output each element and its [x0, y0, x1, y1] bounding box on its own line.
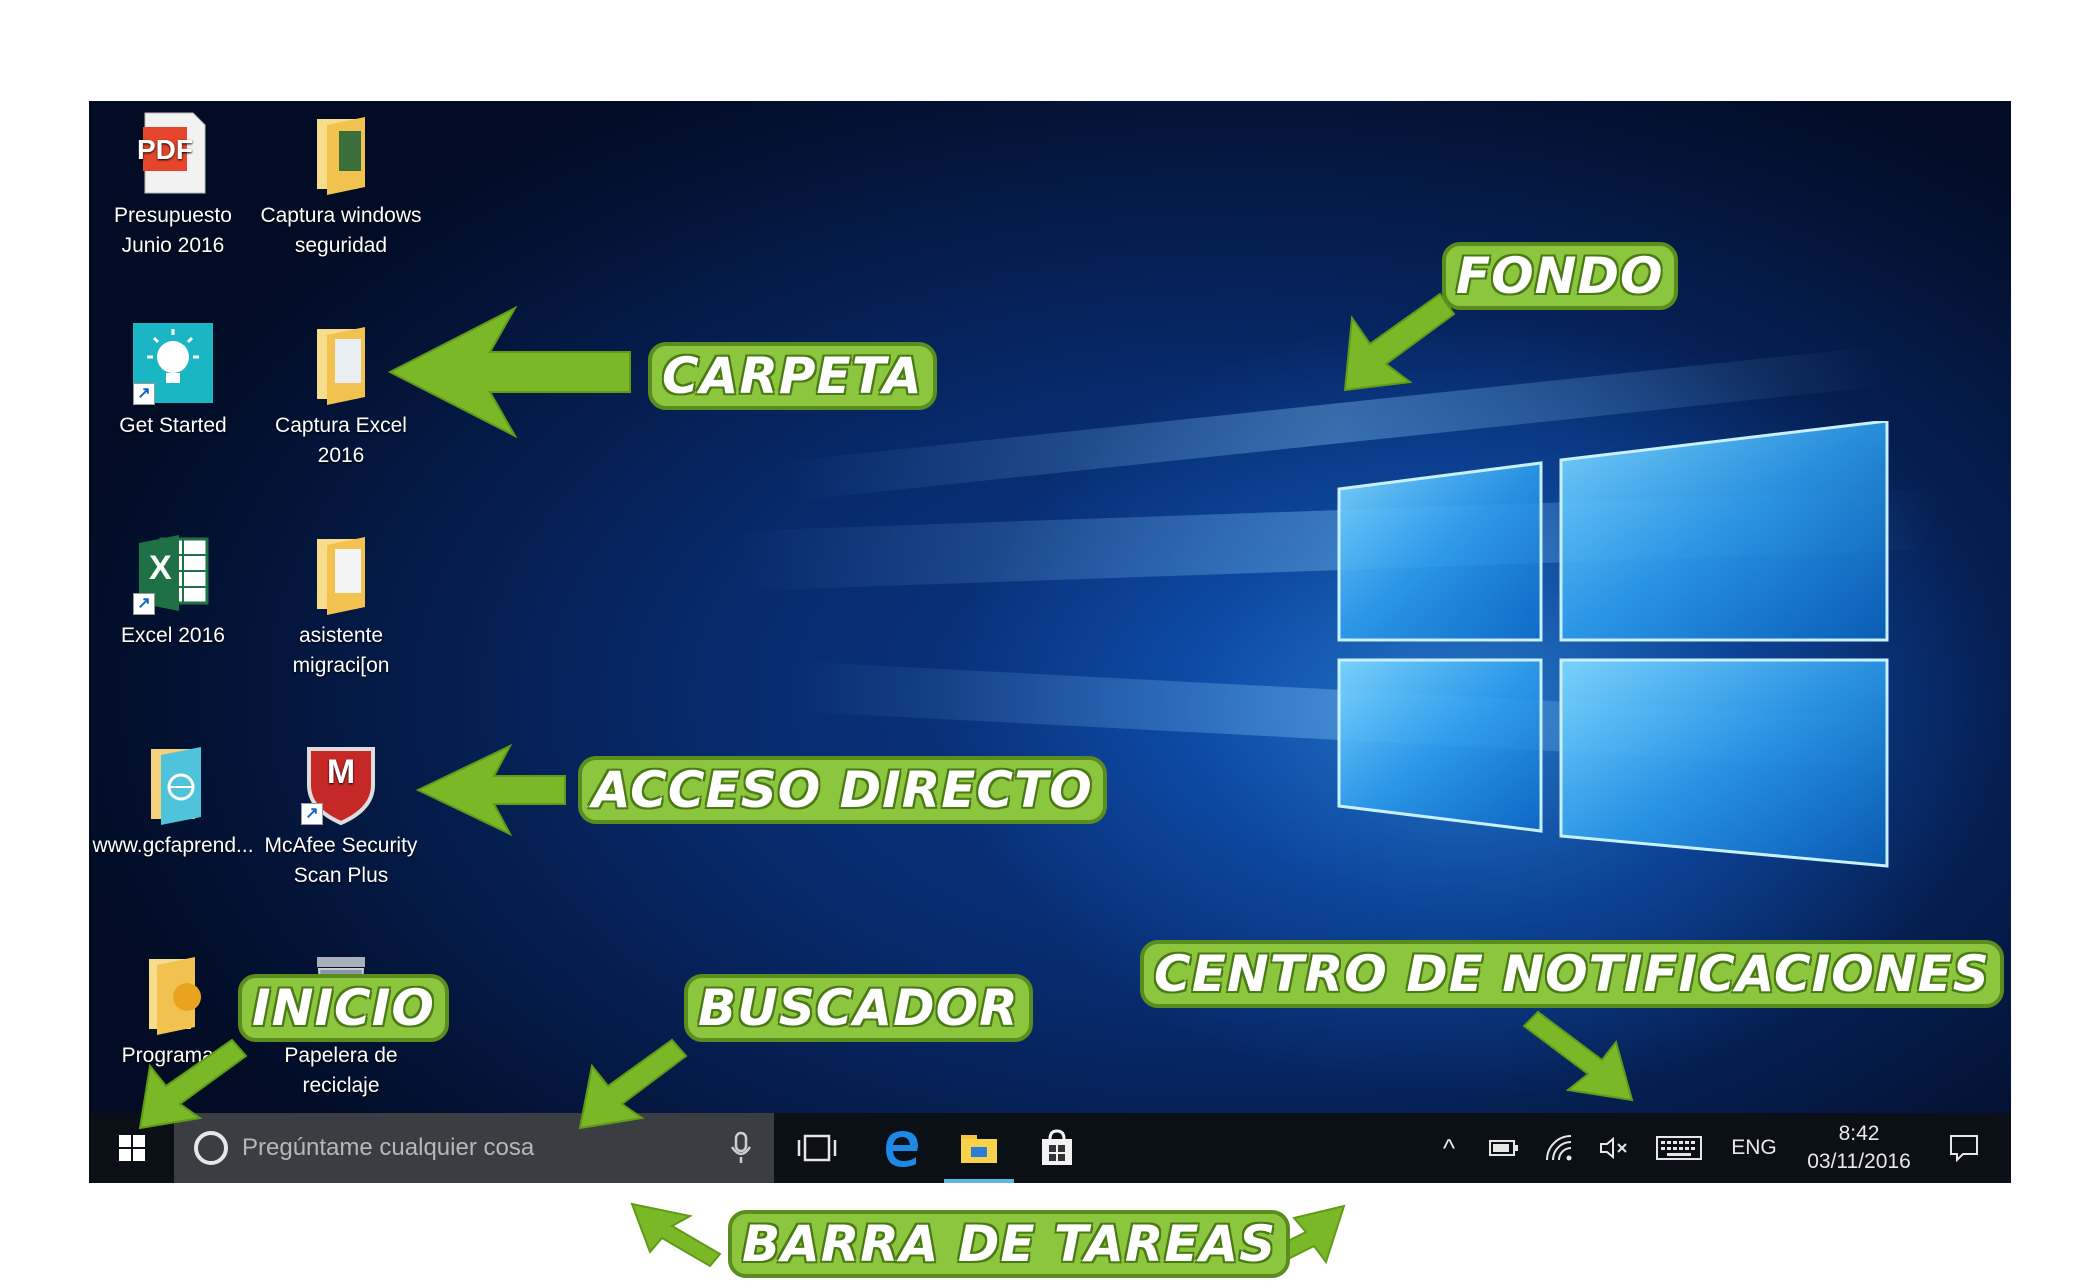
volume-muted-icon: [1600, 1136, 1627, 1160]
callout-inicio: INICIO: [238, 974, 449, 1042]
callout-acceso-directo: ACCESO DIRECTO: [578, 756, 1107, 824]
desktop-icon-captura-excel[interactable]: Captura Excel 2016: [257, 321, 425, 471]
desktop-icon-label: Papelera de reciclaje: [284, 1044, 398, 1097]
edge-browser-button[interactable]: [859, 1113, 944, 1183]
language-indicator[interactable]: ENG: [1719, 1113, 1789, 1183]
search-placeholder: Pregúntame cualquier cosa: [242, 1134, 535, 1161]
touch-keyboard-button[interactable]: [1649, 1113, 1709, 1183]
active-app-indicator: [944, 1179, 1014, 1183]
shortcut-arrow-icon: ↗: [301, 803, 323, 825]
mcafee-letter: M: [326, 753, 356, 791]
excel-letter: X: [149, 549, 172, 587]
shortcut-arrow-icon: ↗: [133, 383, 155, 405]
folder-icon: [299, 531, 383, 615]
desktop-icon-gcfaprende[interactable]: www.gcfaprend...: [89, 741, 257, 861]
mcafee-shield-icon: M ↗: [299, 741, 383, 826]
web-folder-icon: [131, 741, 215, 825]
clock-date: 03/11/2016: [1807, 1150, 1911, 1173]
programs-folder-icon: [131, 951, 215, 1035]
desktop-icon-get-started[interactable]: ↗ Get Started: [89, 321, 257, 441]
callout-centro-notificaciones: CENTRO DE NOTIFICACIONES: [1140, 940, 2004, 1008]
show-hidden-icons-button[interactable]: ^: [1429, 1113, 1469, 1183]
desktop-icon-presupuesto[interactable]: PDF Presupuesto Junio 2016: [89, 111, 257, 261]
callout-carpeta: CARPETA: [648, 342, 937, 410]
barra-tareas-left-arrow: [630, 1202, 722, 1268]
shortcut-arrow-icon: ↗: [133, 593, 155, 615]
store-button[interactable]: [1014, 1113, 1099, 1183]
pdf-document-icon: PDF: [131, 111, 215, 195]
battery-icon: [1489, 1140, 1518, 1156]
desktop-icon-mcafee[interactable]: M ↗ McAfee Security Scan Plus: [257, 741, 425, 891]
desktop-icon-label: Get Started: [119, 414, 227, 437]
taskbar: Pregúntame cualquier cosa ^ ENG 8:42 03/…: [89, 1113, 2011, 1183]
desktop-icon-programas[interactable]: Programas: [89, 951, 257, 1071]
callout-buscador: BUSCADOR: [684, 974, 1033, 1042]
cortana-icon: [194, 1131, 228, 1165]
network-button[interactable]: [1534, 1113, 1584, 1183]
lightbulb-icon: ↗: [131, 321, 215, 405]
notification-icon: [1950, 1135, 1978, 1162]
battery-button[interactable]: [1479, 1113, 1529, 1183]
clock-time: 8:42: [1838, 1122, 1880, 1145]
search-box[interactable]: Pregúntame cualquier cosa: [174, 1113, 774, 1183]
svg-text:PDF: PDF: [137, 134, 193, 165]
desktop-icon-label: Captura windows seguridad: [260, 204, 422, 257]
excel-icon: X ↗: [131, 531, 215, 615]
windows-start-icon: [118, 1135, 145, 1161]
desktop-icon-label: McAfee Security Scan Plus: [264, 834, 418, 887]
desktop-icon-captura-windows[interactable]: Captura windows seguridad: [257, 111, 425, 261]
task-view-icon: [797, 1134, 836, 1162]
task-view-button[interactable]: [774, 1113, 859, 1183]
desktop-icon-label: Programas: [121, 1044, 225, 1067]
microphone-icon[interactable]: [730, 1131, 752, 1165]
desktop-icon-label: Captura Excel 2016: [275, 414, 407, 467]
folder-icon: [299, 321, 383, 405]
desktop-icon-label: Presupuesto Junio 2016: [114, 204, 232, 257]
clock[interactable]: 8:42 03/11/2016: [1794, 1113, 1924, 1183]
windows-logo-wallpaper: [1337, 421, 1889, 868]
start-button[interactable]: [89, 1113, 174, 1183]
desktop-icon-asistente-migracion[interactable]: asistente migraci[on: [257, 531, 425, 681]
file-explorer-button[interactable]: [944, 1113, 1014, 1183]
keyboard-icon: [1656, 1136, 1702, 1160]
language-label: ENG: [1731, 1136, 1777, 1159]
desktop-icon-label: www.gcfaprend...: [92, 834, 254, 857]
desktop-icon-label: Excel 2016: [121, 624, 225, 647]
volume-button[interactable]: [1589, 1113, 1639, 1183]
callout-fondo: FONDO: [1442, 242, 1678, 310]
edge-icon: [885, 1131, 918, 1167]
store-icon: [1041, 1129, 1072, 1165]
desktop-icon-excel-2016[interactable]: X ↗ Excel 2016: [89, 531, 257, 651]
desktop-icon-label: asistente migraci[on: [292, 624, 390, 677]
file-explorer-icon: [961, 1135, 997, 1163]
folder-icon: [299, 111, 383, 195]
chevron-up-icon: ^: [1442, 1132, 1456, 1163]
callout-barra-tareas: BARRA DE TAREAS: [728, 1210, 1291, 1278]
action-center-button[interactable]: [1929, 1113, 1999, 1183]
wifi-icon: [1546, 1135, 1572, 1161]
